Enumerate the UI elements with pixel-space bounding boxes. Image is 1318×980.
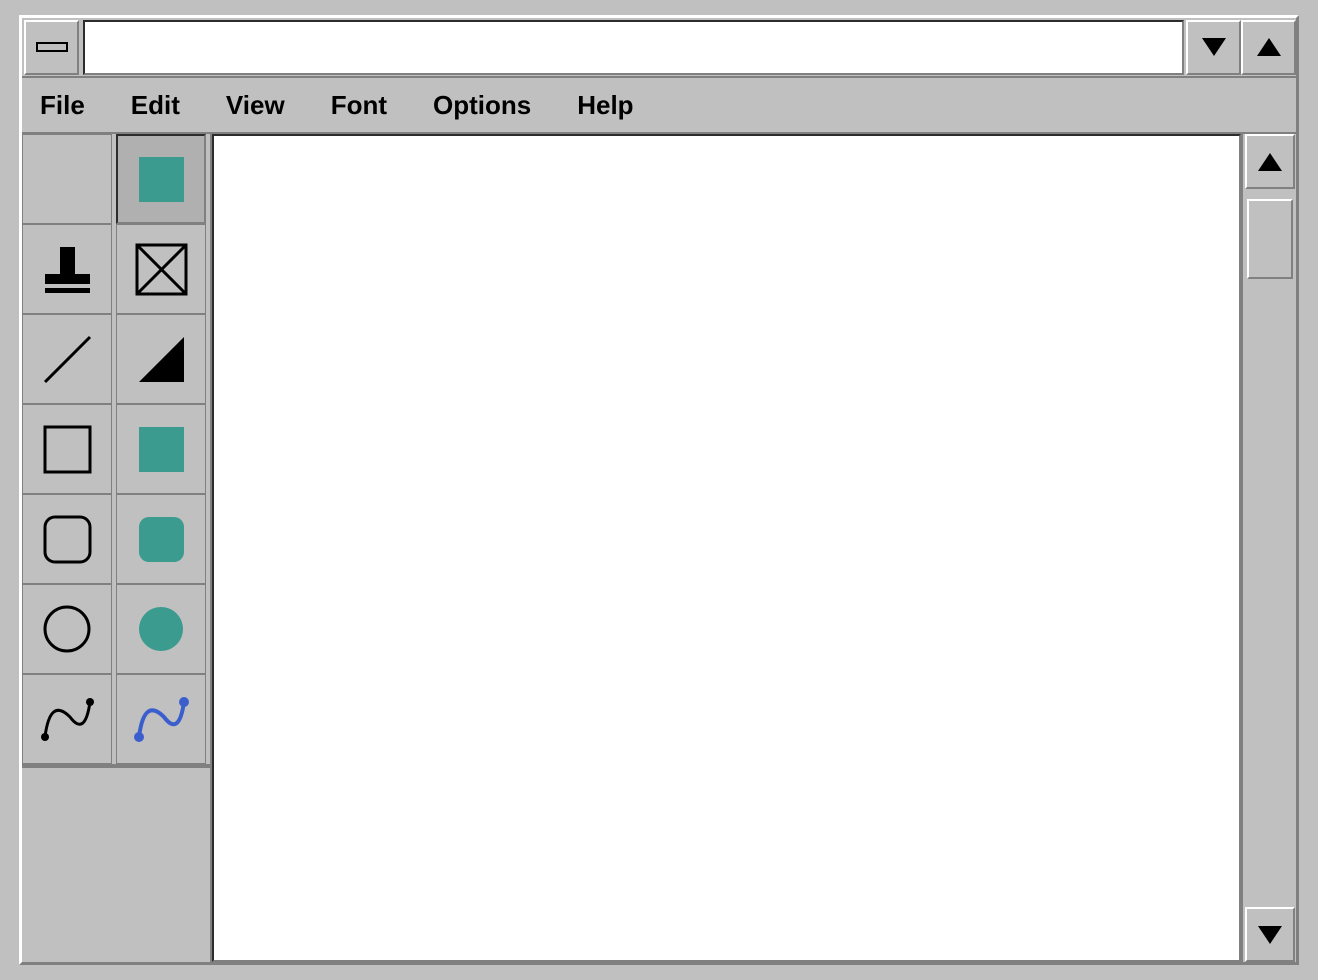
close-icon xyxy=(36,42,68,52)
circle-filled-icon xyxy=(134,602,189,657)
tool-stamp[interactable] xyxy=(22,224,112,314)
menu-font[interactable]: Font xyxy=(323,86,395,125)
main-window: File Edit View Font Options Help xyxy=(19,15,1299,965)
arrow-up-icon xyxy=(1257,38,1281,56)
arrow-down-icon xyxy=(1202,38,1226,56)
tool-roundrect-outline[interactable] xyxy=(22,494,112,584)
tool-curve-blue[interactable] xyxy=(116,674,206,764)
tool-rect-filled[interactable] xyxy=(116,404,206,494)
scrollbar-right xyxy=(1241,134,1296,962)
roundrect-outline-icon xyxy=(40,512,95,567)
tool-curve[interactable] xyxy=(22,674,112,764)
stamp-icon xyxy=(40,242,95,297)
menu-options[interactable]: Options xyxy=(425,86,539,125)
tool-rect-outline[interactable] xyxy=(22,404,112,494)
menu-edit[interactable]: Edit xyxy=(123,86,188,125)
tool-triangle[interactable] xyxy=(116,314,206,404)
tool-circle-filled[interactable] xyxy=(116,584,206,674)
main-area xyxy=(22,134,1296,962)
titlebar-scroll-down-button[interactable] xyxy=(1186,20,1241,75)
menu-bar: File Edit View Font Options Help xyxy=(22,78,1296,134)
menu-view[interactable]: View xyxy=(218,86,293,125)
tool-roundrect-filled[interactable] xyxy=(116,494,206,584)
crosshatch-icon xyxy=(134,242,189,297)
rect-filled-icon xyxy=(134,422,189,477)
color-preview-panel xyxy=(22,766,210,962)
roundrect-filled-icon xyxy=(134,512,189,567)
scroll-down-button[interactable] xyxy=(1245,907,1295,962)
tool-filled-square[interactable] xyxy=(116,134,206,224)
tool-empty[interactable] xyxy=(22,134,112,224)
curve-blue-icon xyxy=(134,692,189,747)
rect-outline-icon xyxy=(40,422,95,477)
title-bar xyxy=(22,18,1296,78)
menu-help[interactable]: Help xyxy=(569,86,641,125)
scroll-up-arrow-icon xyxy=(1258,153,1282,171)
triangle-icon xyxy=(134,332,189,387)
canvas-area[interactable] xyxy=(212,134,1241,962)
scroll-track[interactable] xyxy=(1245,189,1295,907)
title-bar-text xyxy=(83,20,1184,75)
tool-grid xyxy=(22,134,210,766)
tool-crosshatch[interactable] xyxy=(116,224,206,314)
scroll-thumb[interactable] xyxy=(1247,199,1293,279)
close-button[interactable] xyxy=(24,20,79,75)
titlebar-scroll-up-button[interactable] xyxy=(1241,20,1296,75)
tool-line[interactable] xyxy=(22,314,112,404)
menu-file[interactable]: File xyxy=(32,86,93,125)
tool-circle-outline[interactable] xyxy=(22,584,112,674)
scroll-up-button[interactable] xyxy=(1245,134,1295,189)
scroll-down-arrow-icon xyxy=(1258,926,1282,944)
toolbox xyxy=(22,134,212,962)
filled-square-icon xyxy=(134,152,189,207)
circle-outline-icon xyxy=(40,602,95,657)
line-icon xyxy=(40,332,95,387)
curve-icon xyxy=(40,692,95,747)
